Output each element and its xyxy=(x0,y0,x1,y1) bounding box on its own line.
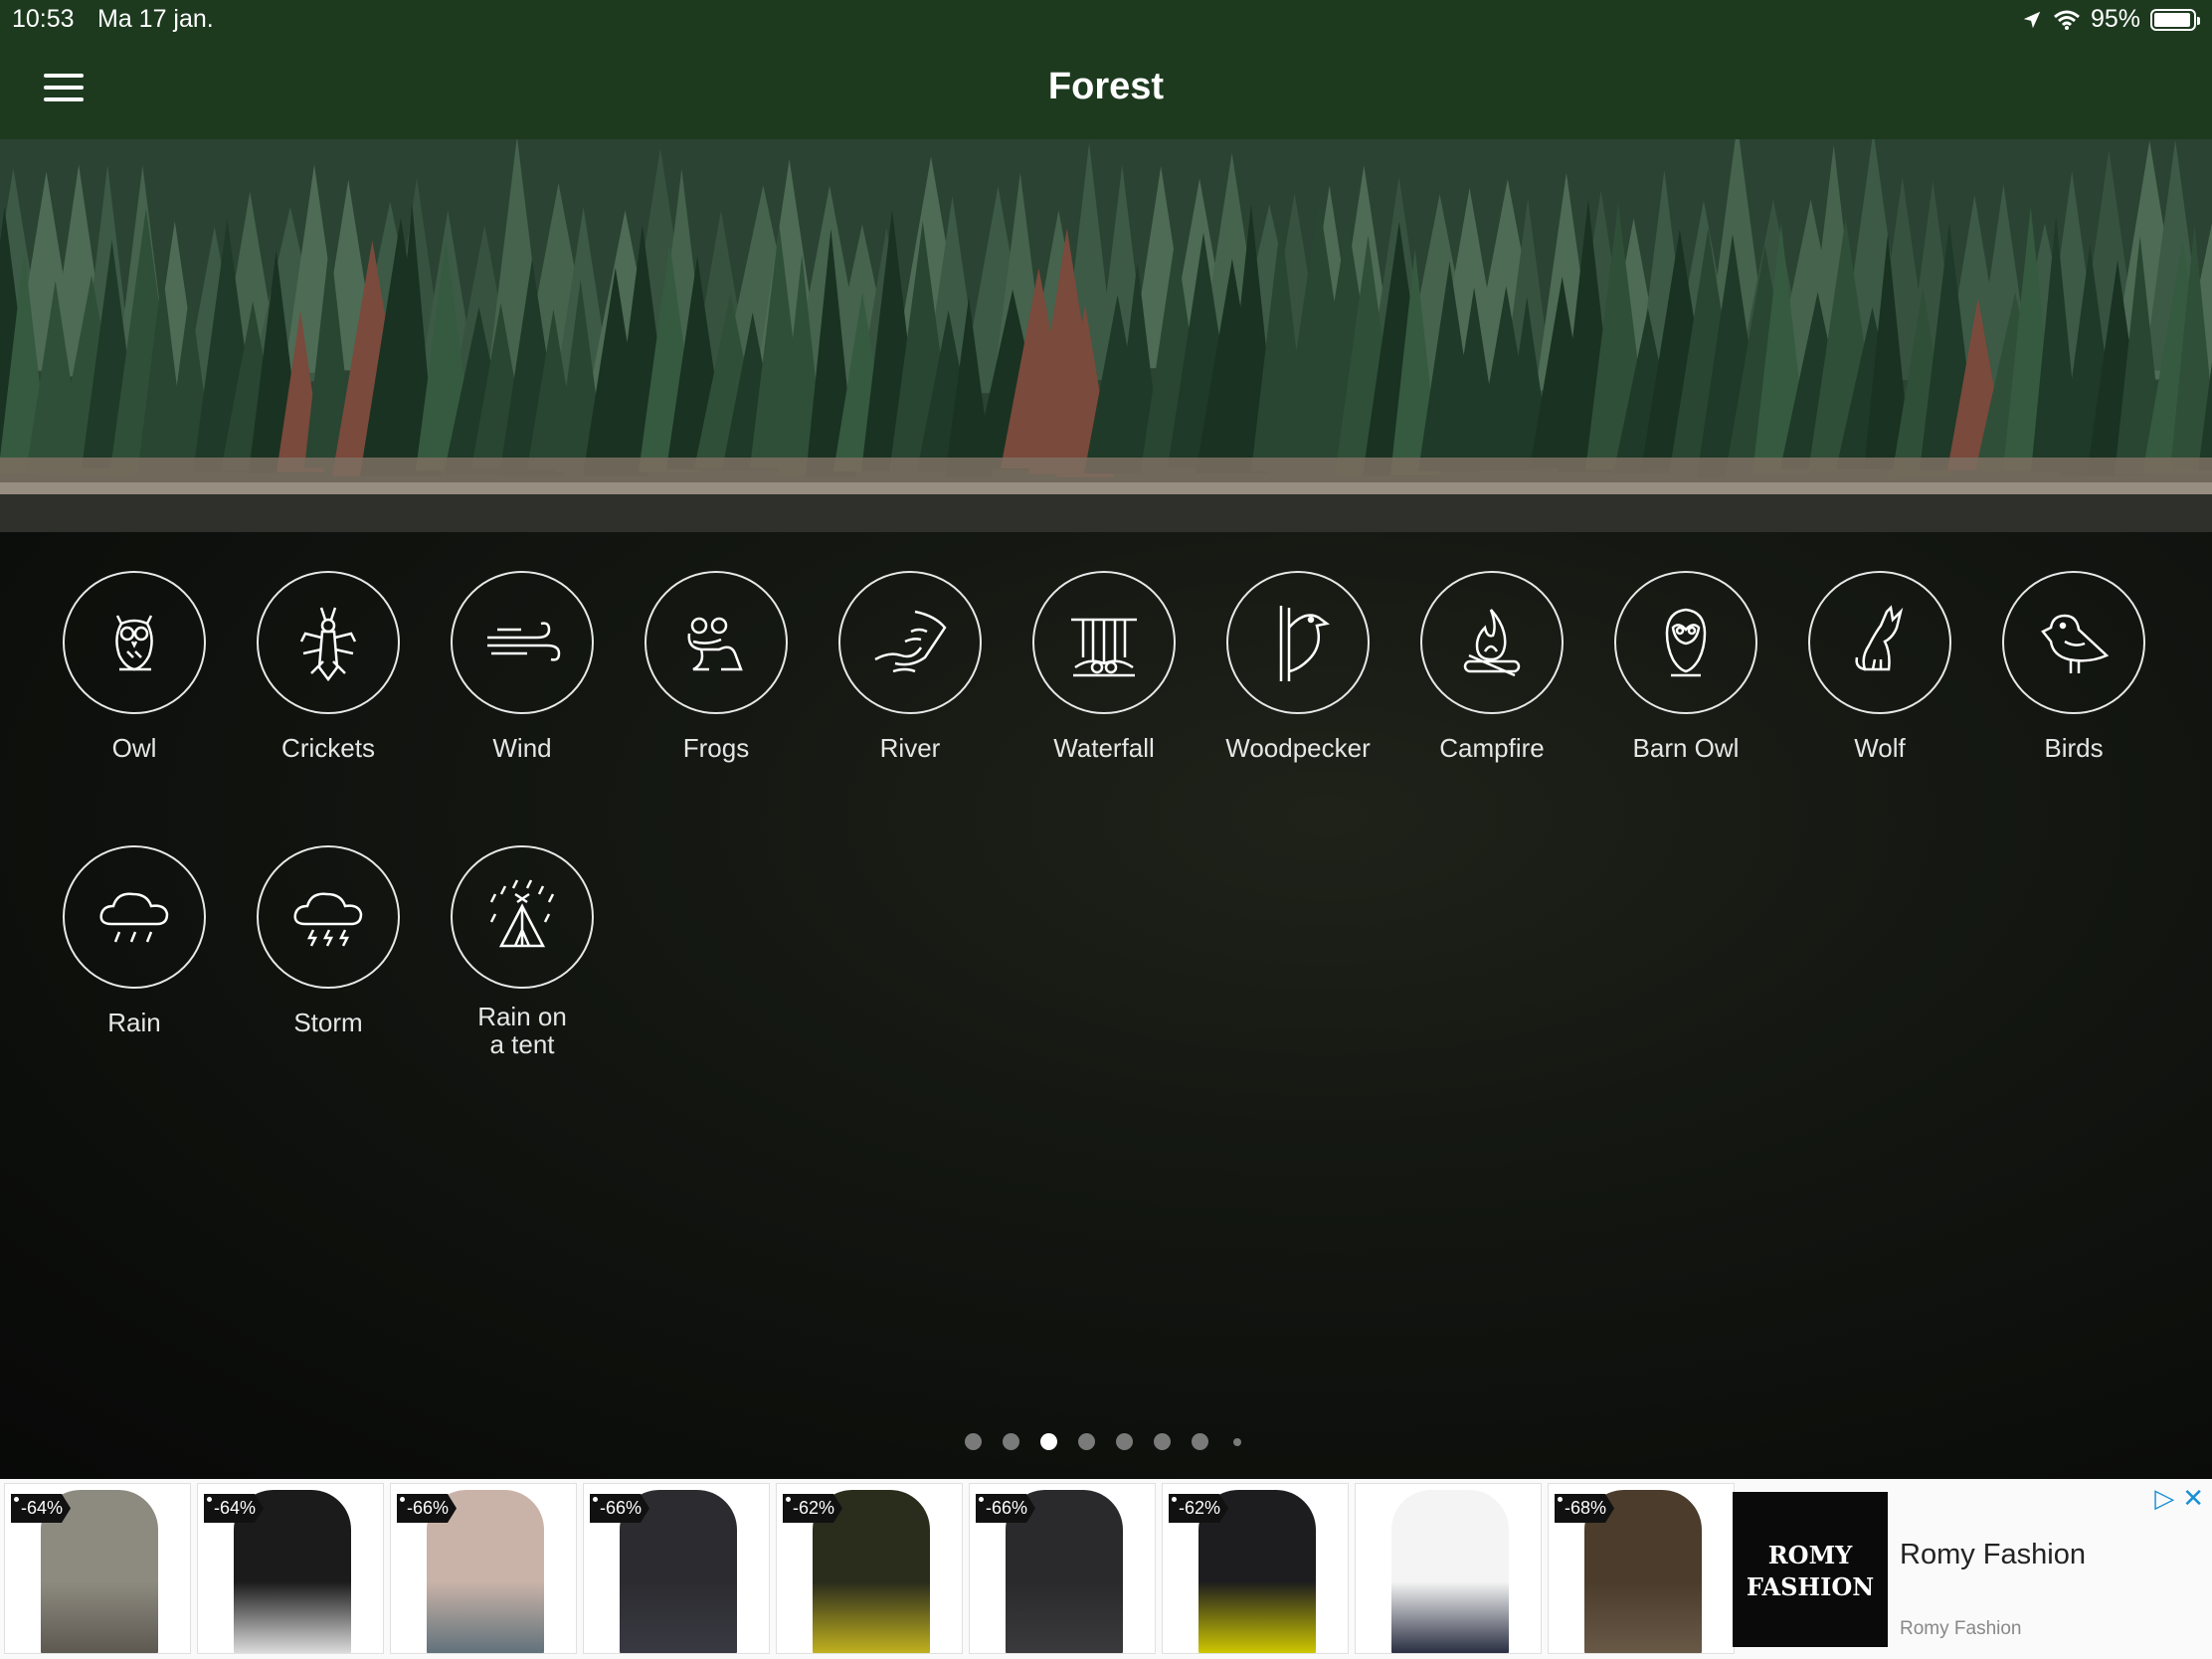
ad-controls: ▷ ✕ xyxy=(2154,1485,2204,1511)
forest-illustration xyxy=(0,139,2212,532)
sound-woodpecker[interactable]: Woodpecker xyxy=(1208,571,1387,762)
sound-label: Frogs xyxy=(682,733,750,763)
page-title: Forest xyxy=(1047,66,1165,107)
forest-hero-image xyxy=(0,139,2212,532)
status-time: 10:53 xyxy=(12,5,75,33)
sound-label: Owl xyxy=(111,733,157,763)
product-image xyxy=(1391,1490,1509,1653)
sound-frogs[interactable]: Frogs xyxy=(627,571,806,762)
adchoices-icon[interactable]: ▷ xyxy=(2154,1485,2174,1511)
discount-badge: -62% xyxy=(1169,1494,1229,1523)
sound-wolf[interactable]: Wolf xyxy=(1790,571,1969,762)
page-dot[interactable] xyxy=(1078,1433,1095,1450)
sound-label: Waterfall xyxy=(1053,733,1155,763)
close-icon[interactable]: ✕ xyxy=(2182,1485,2204,1511)
ad-product-tile[interactable]: -66% xyxy=(969,1483,1156,1654)
page-dot[interactable] xyxy=(1040,1433,1057,1450)
wind-icon xyxy=(451,571,594,714)
ad-product-tile[interactable]: -62% xyxy=(1162,1483,1349,1654)
battery-icon xyxy=(2150,8,2200,31)
sound-label: Barn Owl xyxy=(1632,733,1740,763)
ad-brand-sub: Romy Fashion xyxy=(1900,1618,2022,1639)
ad-product-tile[interactable]: -66% xyxy=(583,1483,770,1654)
brand-logo-line1: ROMY xyxy=(1767,1541,1853,1569)
page-dot[interactable] xyxy=(1154,1433,1171,1450)
sound-label: Crickets xyxy=(281,733,375,763)
sound-label: Wind xyxy=(492,733,552,763)
sound-campfire[interactable]: Campfire xyxy=(1402,571,1581,762)
sound-crickets[interactable]: Crickets xyxy=(239,571,418,762)
ad-banner: -64% -64% -66% -66% -62% -66% -62% -68% ROMY FA… xyxy=(0,1479,2212,1659)
ad-brand-name[interactable]: Romy Fashion xyxy=(1900,1539,2086,1571)
discount-badge: -64% xyxy=(204,1494,265,1523)
sound-waterfall[interactable]: Waterfall xyxy=(1014,571,1194,762)
discount-badge: -68% xyxy=(1555,1494,1615,1523)
sound-label: Storm xyxy=(293,1008,363,1037)
battery-percent: 95% xyxy=(2090,5,2140,33)
owl-icon xyxy=(63,571,206,714)
tent-rain-icon xyxy=(451,845,594,989)
storm-icon xyxy=(257,845,400,989)
discount-badge: -66% xyxy=(976,1494,1036,1523)
discount-badge: -66% xyxy=(590,1494,650,1523)
sound-label: Birds xyxy=(2044,733,2104,763)
sound-label: River xyxy=(879,733,941,763)
page-dot[interactable] xyxy=(1116,1433,1133,1450)
brand-logo[interactable]: ROMY FASHION xyxy=(1733,1492,1888,1647)
frog-icon xyxy=(645,571,788,714)
status-bar: 10:53 Ma 17 jan. 95% xyxy=(0,0,2212,40)
wifi-icon xyxy=(2053,10,2080,30)
sound-label: Rain xyxy=(107,1008,161,1037)
sound-label: Campfire xyxy=(1439,733,1545,763)
discount-badge: -64% xyxy=(11,1494,72,1523)
page-dot[interactable] xyxy=(965,1433,982,1450)
sound-birds[interactable]: Birds xyxy=(1984,571,2163,762)
page-indicator xyxy=(0,1433,2212,1453)
sound-barn-owl[interactable]: Barn Owl xyxy=(1596,571,1775,762)
discount-badge: -62% xyxy=(783,1494,843,1523)
sound-owl[interactable]: Owl xyxy=(45,571,224,762)
bird-icon xyxy=(2002,571,2145,714)
campfire-icon xyxy=(1420,571,1564,714)
woodpecker-icon xyxy=(1226,571,1370,714)
barn-owl-icon xyxy=(1614,571,1757,714)
river-icon xyxy=(838,571,982,714)
sound-storm[interactable]: Storm xyxy=(239,845,418,1036)
location-arrow-icon xyxy=(2023,11,2041,28)
page-dot[interactable] xyxy=(1003,1433,1019,1450)
nav-bar: Forest xyxy=(0,40,2212,139)
ad-product-tile[interactable]: -68% xyxy=(1548,1483,1735,1654)
ad-product-tile[interactable]: -64% xyxy=(4,1483,191,1654)
rain-icon xyxy=(63,845,206,989)
sound-rain-on-a-tent[interactable]: Rain on a tent xyxy=(433,845,612,1058)
ad-product-tile[interactable]: -64% xyxy=(197,1483,384,1654)
sound-label: Woodpecker xyxy=(1225,733,1371,763)
ad-product-tile[interactable]: -62% xyxy=(776,1483,963,1654)
sound-river[interactable]: River xyxy=(821,571,1000,762)
discount-badge: -66% xyxy=(397,1494,458,1523)
brand-logo-line2: FASHION xyxy=(1746,1572,1875,1601)
ad-product-tile[interactable]: -66% xyxy=(390,1483,577,1654)
sound-label: Rain on a tent xyxy=(477,1002,567,1059)
sound-rain[interactable]: Rain xyxy=(45,845,224,1036)
sound-label: Wolf xyxy=(1854,733,1906,763)
status-date: Ma 17 jan. xyxy=(97,5,214,33)
wolf-icon xyxy=(1808,571,1951,714)
cricket-icon xyxy=(257,571,400,714)
page-dot[interactable] xyxy=(1233,1438,1241,1446)
status-right: 95% xyxy=(2021,5,2200,34)
waterfall-icon xyxy=(1032,571,1176,714)
page-dot[interactable] xyxy=(1192,1433,1208,1450)
sound-wind[interactable]: Wind xyxy=(433,571,612,762)
ad-product-tile[interactable] xyxy=(1355,1483,1542,1654)
